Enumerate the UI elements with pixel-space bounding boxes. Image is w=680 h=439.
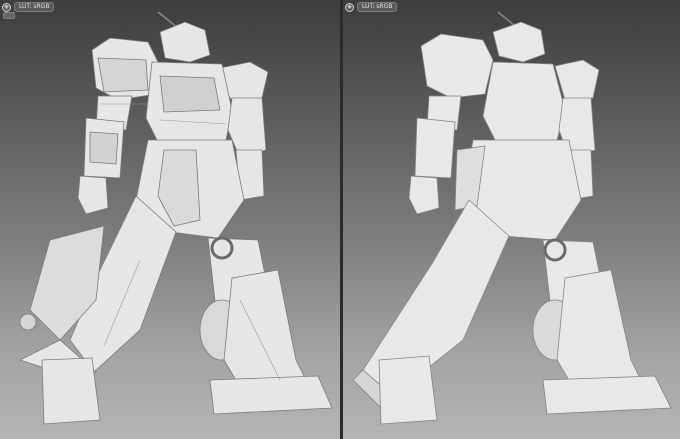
- robot-model-render: [18, 11, 333, 425]
- viewport-right[interactable]: ◉ LUT: sRGB: [343, 0, 680, 439]
- viewport-left[interactable]: ◉ LUT: sRGB: [0, 0, 340, 439]
- robot-model-render: [352, 11, 672, 425]
